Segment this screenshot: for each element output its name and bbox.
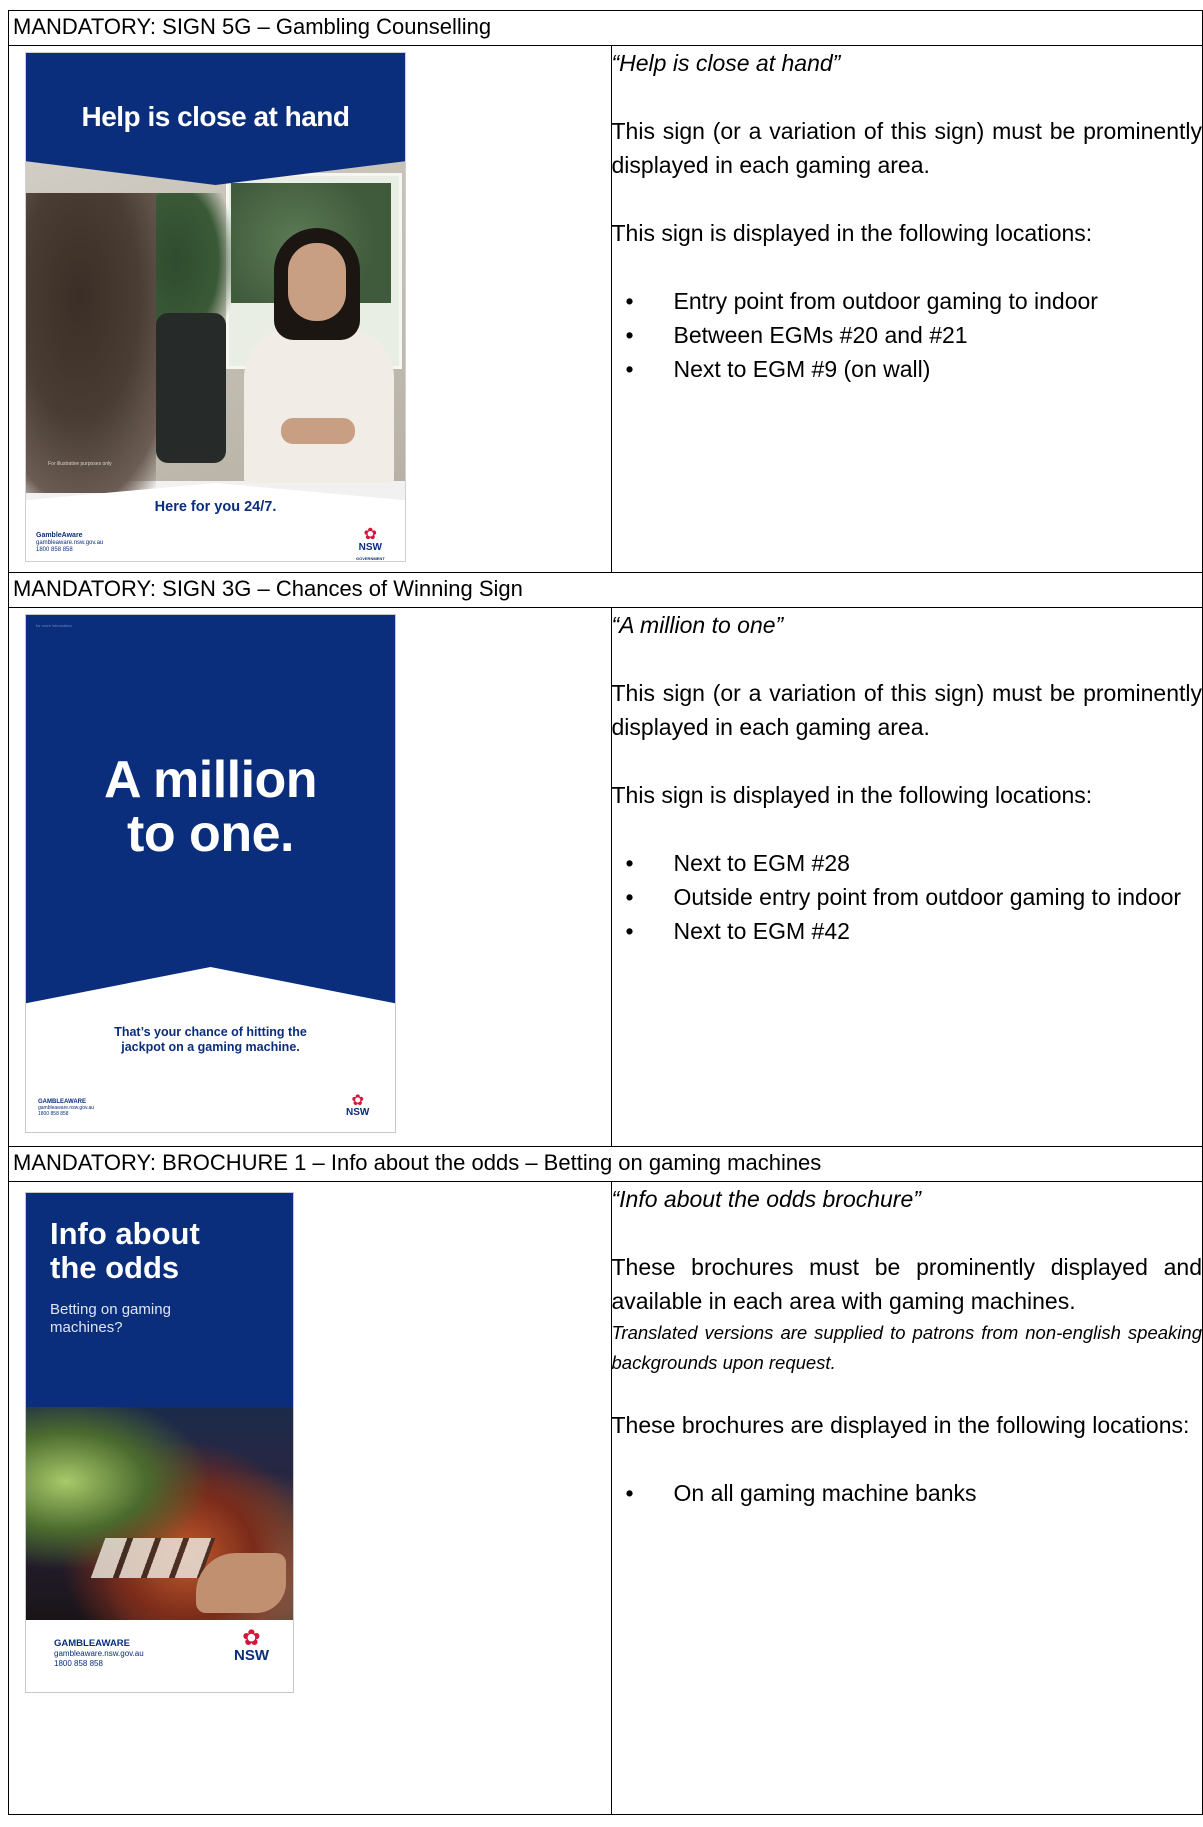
list-item: Between EGMs #20 and #21	[612, 318, 1203, 352]
list-item: Next to EGM #42	[612, 914, 1203, 948]
text-cell-sign-5g: “Help is close at hand” This sign (or a …	[610, 45, 1203, 573]
sign-quote: “A million to one”	[611, 612, 784, 638]
poster-headline: A million to one.	[103, 751, 318, 863]
gambleaware-logo: GAMBLEAWARE gambleaware.nsw.gov.au 1800 …	[38, 1099, 95, 1117]
poster-tagline: That’s your chance of hitting the jackpo…	[114, 1025, 307, 1054]
locations-intro: This sign is displayed in the following …	[611, 220, 1093, 246]
brochure-quote: “Info about the odds brochure”	[611, 1186, 921, 1212]
section-header-sign-3g: MANDATORY: SIGN 3G – Chances of Winning …	[8, 572, 1203, 608]
gambleaware-logo: GAMBLEAWARE gambleaware.nsw.gov.au 1800 …	[54, 1638, 144, 1669]
requirement-text: This sign (or a variation of this sign) …	[611, 680, 1203, 740]
sign-quote: “Help is close at hand”	[611, 50, 841, 76]
poster-help-close-at-hand: Help is close at hand For illustrative p…	[25, 52, 406, 562]
list-item: Next to EGM #9 (on wall)	[612, 352, 1203, 386]
list-item: Outside entry point from outdoor gaming …	[612, 880, 1203, 914]
requirement-text: These brochures must be prominently disp…	[611, 1254, 1203, 1314]
locations-list: On all gaming machine banks	[612, 1476, 1203, 1510]
brochure-title: Info about the odds	[50, 1216, 200, 1285]
locations-list: Entry point from outdoor gaming to indoo…	[612, 284, 1203, 386]
list-item: Entry point from outdoor gaming to indoo…	[612, 284, 1203, 318]
poster-million-to-one: for more information A million to one. T…	[25, 614, 396, 1133]
translation-note: Translated versions are supplied to patr…	[611, 1322, 1203, 1373]
image-cell-sign-3g: for more information A million to one. T…	[8, 607, 612, 1147]
requirement-text: This sign (or a variation of this sign) …	[611, 118, 1203, 178]
text-cell-brochure-1: “Info about the odds brochure” These bro…	[610, 1181, 1203, 1815]
locations-intro: This sign is displayed in the following …	[611, 782, 1093, 808]
locations-intro: These brochures are displayed in the fol…	[611, 1412, 1190, 1438]
gambleaware-logo: GambleAware gambleaware.nsw.gov.au 1800 …	[36, 532, 104, 553]
list-item: On all gaming machine banks	[612, 1476, 1203, 1510]
section-header-sign-5g: MANDATORY: SIGN 5G – Gambling Counsellin…	[8, 10, 1203, 46]
locations-list: Next to EGM #28 Outside entry point from…	[612, 846, 1203, 948]
image-cell-brochure-1: Info about the odds Betting on gaming ma…	[8, 1181, 612, 1815]
list-item: Next to EGM #28	[612, 846, 1203, 880]
image-cell-sign-5g: Help is close at hand For illustrative p…	[8, 45, 612, 573]
brochure-subtitle: Betting on gaming machines?	[50, 1301, 171, 1336]
nsw-logo: ✿ NSW	[346, 1092, 370, 1118]
brochure-info-about-the-odds: Info about the odds Betting on gaming ma…	[25, 1192, 294, 1693]
poster-tagline: Here for you 24/7.	[154, 499, 277, 515]
section-header-brochure-1: MANDATORY: BROCHURE 1 – Info about the o…	[8, 1146, 1203, 1182]
text-cell-sign-3g: “A million to one” This sign (or a varia…	[610, 607, 1203, 1147]
poster-title: Help is close at hand	[81, 101, 350, 132]
nsw-logo: ✿ NSW	[234, 1625, 269, 1664]
nsw-logo: ✿ NSW GOVERNMENT	[356, 526, 385, 562]
signage-table: MANDATORY: SIGN 5G – Gambling Counsellin…	[8, 10, 1203, 1815]
